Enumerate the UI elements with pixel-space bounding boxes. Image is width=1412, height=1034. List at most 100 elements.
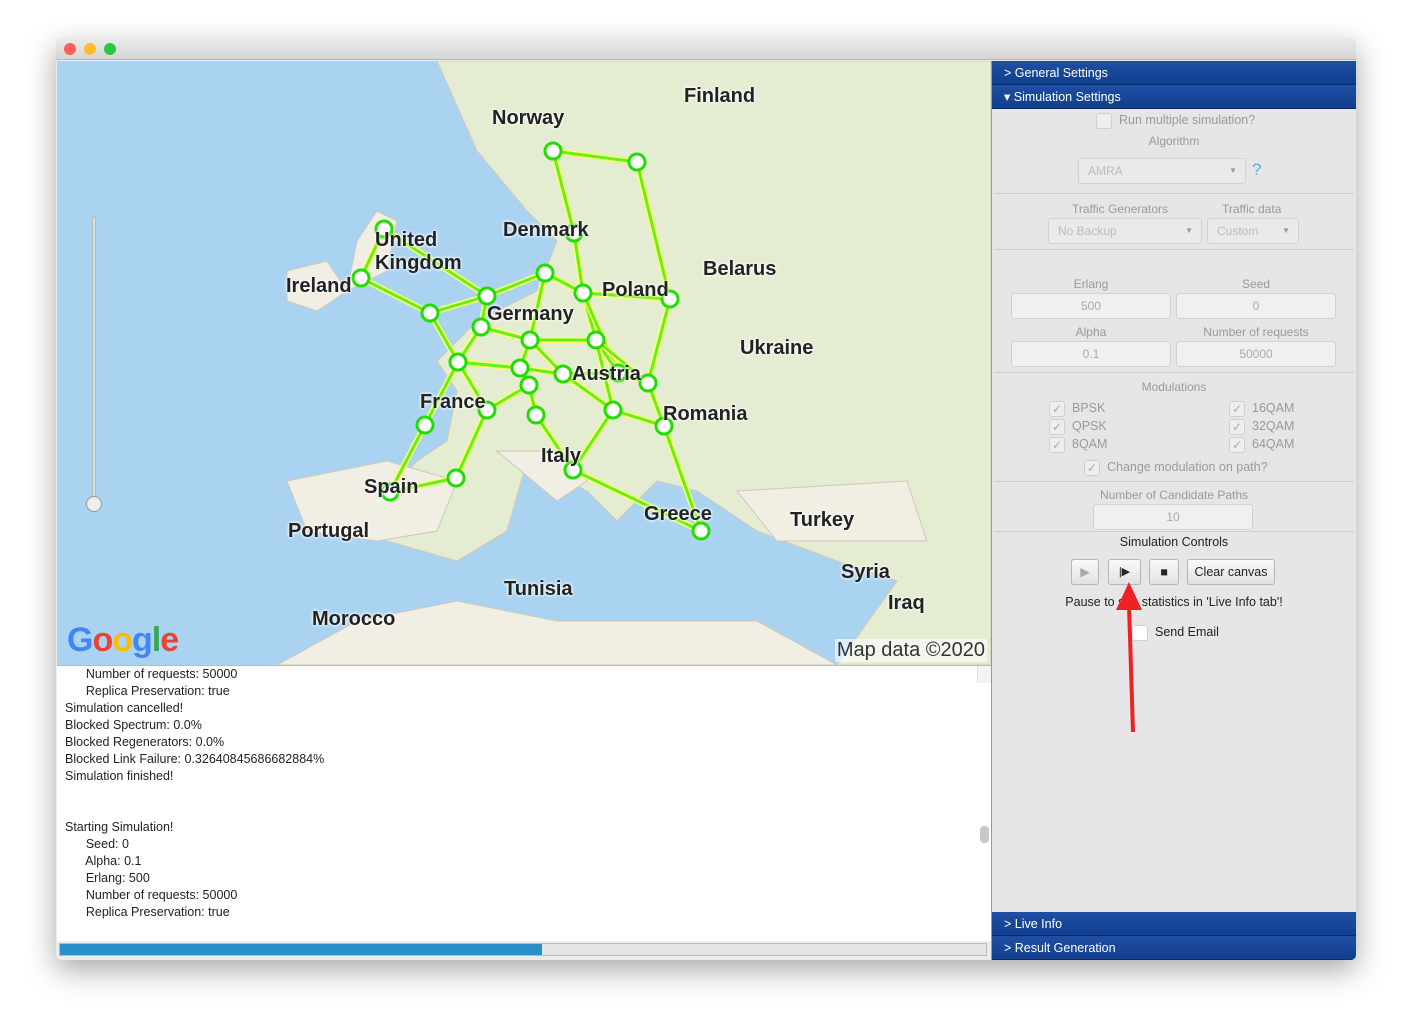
log-line: Blocked Link Failure: 0.3264084568668288… xyxy=(65,752,325,766)
section-general-settings[interactable]: > General Settings xyxy=(992,61,1356,85)
map-label: France xyxy=(420,391,486,413)
requests-label: Number of requests xyxy=(1203,325,1309,339)
log-line: Seed: 0 xyxy=(65,837,129,851)
run-multiple-checkbox[interactable]: Run multiple simulation? xyxy=(1096,112,1255,129)
seed-field[interactable]: 0 xyxy=(1176,293,1336,319)
network-node[interactable] xyxy=(448,352,468,372)
map-label: Portugal xyxy=(288,520,370,542)
modulation-label: 8QAM xyxy=(1072,437,1108,451)
modulation-label: QPSK xyxy=(1072,419,1107,433)
log-line: Starting Simulation! xyxy=(65,820,174,834)
network-node[interactable] xyxy=(638,373,658,393)
log-line: Erlang: 500 xyxy=(65,871,150,885)
help-icon[interactable]: ? xyxy=(1252,160,1261,180)
stop-icon: ■ xyxy=(1160,565,1168,579)
change-modulation-checkbox[interactable]: ✓ Change modulation on path? xyxy=(1084,459,1268,476)
zoom-slider[interactable] xyxy=(92,216,96,506)
network-link[interactable] xyxy=(360,276,431,315)
network-node[interactable] xyxy=(415,415,435,435)
traffic-generators-label: Traffic Generators xyxy=(1072,202,1169,216)
algorithm-label: Algorithm xyxy=(1148,134,1200,148)
log-line: Number of requests: 50000 xyxy=(65,667,238,681)
modulation-label: 16QAM xyxy=(1252,401,1295,415)
modulation-checkbox-bpsk[interactable]: ✓ BPSK xyxy=(1049,400,1105,417)
modulation-checkbox-16qam[interactable]: ✓ 16QAM xyxy=(1229,400,1294,417)
alpha-field[interactable]: 0.1 xyxy=(1011,341,1171,367)
modulation-checkbox-32qam[interactable]: ✓ 32QAM xyxy=(1229,418,1294,435)
chevron-right-icon: > xyxy=(1004,917,1015,931)
zoom-slider-handle[interactable] xyxy=(86,496,102,512)
close-button[interactable] xyxy=(64,43,76,55)
network-node[interactable] xyxy=(510,358,530,378)
network-node[interactable] xyxy=(420,303,440,323)
maximize-button[interactable] xyxy=(104,43,116,55)
progress-fill xyxy=(60,944,542,955)
scrollbar-thumb[interactable] xyxy=(980,826,989,843)
chevron-right-icon: > xyxy=(1004,66,1015,80)
minimize-button[interactable] xyxy=(84,43,96,55)
chevron-right-icon: > xyxy=(1004,941,1015,955)
network-node[interactable] xyxy=(543,141,563,161)
network-node[interactable] xyxy=(526,405,546,425)
title-bar xyxy=(56,38,1356,60)
section-simulation-settings[interactable]: ▾ Simulation Settings xyxy=(992,85,1356,109)
settings-panel: > General Settings ▾ Simulation Settings… xyxy=(991,61,1356,960)
map-label: Poland xyxy=(602,279,669,301)
erlang-label: Erlang xyxy=(1073,277,1109,291)
alpha-label: Alpha xyxy=(1075,325,1107,339)
clear-canvas-button[interactable]: Clear canvas xyxy=(1187,559,1275,585)
log-line: Blocked Spectrum: 0.0% xyxy=(65,718,202,732)
modulation-checkbox-qpsk[interactable]: ✓ QPSK xyxy=(1049,418,1107,435)
network-node[interactable] xyxy=(351,268,371,288)
map-label: Norway xyxy=(492,107,565,129)
map-label: Germany xyxy=(487,303,574,325)
play-button[interactable]: ▶ xyxy=(1071,559,1099,585)
log-line: Blocked Regenerators: 0.0% xyxy=(65,735,225,749)
network-node[interactable] xyxy=(520,330,540,350)
map-label: Syria xyxy=(841,561,890,583)
modulation-checkbox-64qam[interactable]: ✓ 64QAM xyxy=(1229,436,1294,453)
google-logo: Google xyxy=(67,621,179,659)
algorithm-select[interactable]: AMRA xyxy=(1078,158,1246,184)
map-label: Austria xyxy=(572,363,641,385)
map-label: Greece xyxy=(644,503,712,525)
network-node[interactable] xyxy=(446,468,466,488)
network-node[interactable] xyxy=(573,283,593,303)
candidate-paths-field[interactable]: 10 xyxy=(1093,504,1253,530)
chevron-down-icon: ▾ xyxy=(1004,90,1014,104)
network-node[interactable] xyxy=(519,375,539,395)
map-label: Ireland xyxy=(286,275,352,297)
network-node[interactable] xyxy=(477,286,497,306)
map-label: United Kingdom xyxy=(375,229,462,274)
modulations-label: Modulations xyxy=(1141,380,1207,394)
section-live-info[interactable]: > Live Info xyxy=(992,912,1356,936)
map-label: Denmark xyxy=(503,219,589,241)
log-line: Number of requests: 50000 xyxy=(65,888,238,902)
log-output[interactable]: Number of requests: 50000 Replica Preser… xyxy=(57,665,991,941)
network-node[interactable] xyxy=(535,263,555,283)
play-icon: ▶ xyxy=(1080,565,1090,579)
modulation-checkbox-8qam[interactable]: ✓ 8QAM xyxy=(1049,436,1107,453)
traffic-generators-select[interactable]: No Backup xyxy=(1048,218,1202,244)
modulation-label: 64QAM xyxy=(1252,437,1295,451)
requests-field[interactable]: 50000 xyxy=(1176,341,1336,367)
map-attribution: Map data ©2020 xyxy=(834,639,987,662)
step-forward-icon: |▶ xyxy=(1118,566,1131,578)
map-view[interactable]: Finland Norway Denmark United Kingdom Irelan… xyxy=(57,61,991,665)
network-node[interactable] xyxy=(586,330,606,350)
pause-hint: Pause to see statistics in 'Live Info ta… xyxy=(1065,595,1283,609)
map-label: Tunisia xyxy=(504,578,573,600)
log-line: Replica Preservation: true xyxy=(65,684,230,698)
seed-label: Seed xyxy=(1241,277,1271,291)
map-label: Morocco xyxy=(312,608,396,630)
log-scrollbar[interactable] xyxy=(977,666,991,843)
erlang-field[interactable]: 500 xyxy=(1011,293,1171,319)
network-node[interactable] xyxy=(553,364,573,384)
traffic-data-select[interactable]: Custom xyxy=(1207,218,1299,244)
network-node[interactable] xyxy=(603,400,623,420)
map-label: Ukraine xyxy=(740,337,814,359)
network-node[interactable] xyxy=(627,152,647,172)
section-result-generation[interactable]: > Result Generation xyxy=(992,936,1356,960)
modulation-label: 32QAM xyxy=(1252,419,1295,433)
